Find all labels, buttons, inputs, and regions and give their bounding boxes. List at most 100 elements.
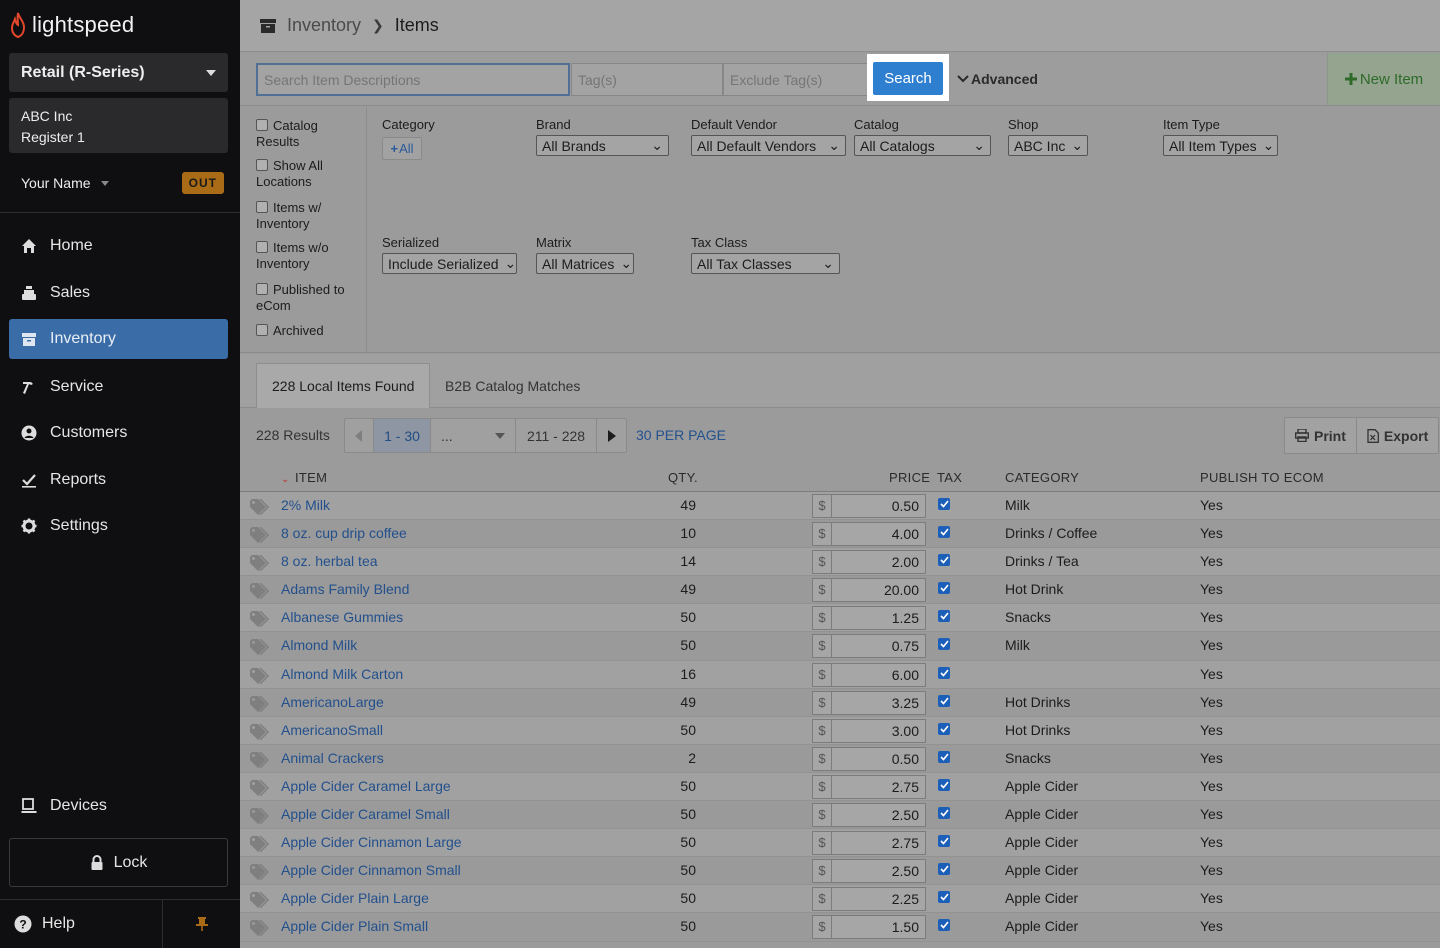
checkbox-icon[interactable]	[256, 201, 268, 213]
price-field[interactable]: $6.00	[812, 662, 926, 687]
price-field[interactable]: $0.75	[812, 634, 926, 659]
tax-checkbox[interactable]	[938, 582, 950, 595]
tax-checkbox[interactable]	[938, 807, 950, 820]
item-link[interactable]: Apple Cider Caramel Large	[281, 778, 451, 794]
brand-select[interactable]: All Brands ⌄	[536, 135, 669, 156]
column-tax[interactable]: TAX	[937, 470, 962, 485]
tax-checkbox[interactable]	[938, 919, 950, 932]
serialized-select[interactable]: Include Serialized ⌄	[382, 253, 517, 274]
item-link[interactable]: Almond Milk	[281, 637, 357, 653]
checkbox-icon[interactable]	[256, 324, 268, 336]
tax-checkbox[interactable]	[938, 863, 950, 876]
price-field[interactable]: $2.50	[812, 859, 926, 884]
tax-checkbox[interactable]	[938, 891, 950, 904]
tab-local-items[interactable]: 228 Local Items Found	[256, 363, 431, 408]
item-type-select[interactable]: All Item Types ⌄	[1163, 135, 1278, 156]
price-field[interactable]: $20.00	[812, 578, 926, 603]
item-link[interactable]: Apple Cider Plain Small	[281, 918, 428, 934]
catalog-results-checkbox[interactable]: Catalog Results	[256, 118, 360, 150]
breadcrumb-inventory[interactable]: Inventory	[287, 15, 361, 36]
page-current[interactable]: 1 - 30	[374, 419, 431, 452]
lightspeed-logo[interactable]: lightspeed	[10, 10, 134, 40]
nav-settings[interactable]: Settings	[9, 506, 228, 546]
item-link[interactable]: Albanese Gummies	[281, 609, 403, 625]
tax-class-select[interactable]: All Tax Classes ⌄	[691, 253, 840, 274]
price-field[interactable]: $3.00	[812, 718, 926, 743]
tax-checkbox[interactable]	[938, 666, 950, 679]
nav-devices[interactable]: Devices	[9, 786, 228, 826]
price-field[interactable]: $0.50	[812, 494, 926, 518]
column-qty[interactable]: QTY.	[668, 470, 698, 485]
search-item-descriptions-input[interactable]	[256, 63, 570, 96]
checkbox-icon[interactable]	[256, 241, 268, 253]
price-field[interactable]: $2.50	[812, 803, 926, 828]
column-publish-to-ecom[interactable]: PUBLISH TO ECOM	[1200, 470, 1324, 485]
item-link[interactable]: 2% Milk	[281, 497, 330, 513]
price-field[interactable]: $3.25	[812, 690, 926, 715]
new-item-button[interactable]: New Item	[1327, 53, 1440, 105]
lock-button[interactable]: Lock	[9, 838, 228, 887]
items-with-inventory-checkbox[interactable]: Items w/ Inventory	[256, 200, 360, 232]
item-link[interactable]: 8 oz. herbal tea	[281, 553, 378, 569]
item-link[interactable]: Almond Milk Carton	[281, 666, 403, 682]
export-button[interactable]: Export	[1357, 418, 1438, 453]
nav-sales[interactable]: Sales	[9, 273, 228, 313]
price-field[interactable]: $1.25	[812, 606, 926, 631]
exclude-tags-input[interactable]	[723, 63, 871, 96]
item-link[interactable]: Apple Cider Plain Large	[281, 890, 429, 906]
category-all-button[interactable]: + All	[382, 137, 422, 160]
tax-checkbox[interactable]	[938, 778, 950, 791]
nav-home[interactable]: Home	[9, 226, 228, 266]
item-link[interactable]: 8 oz. cup drip coffee	[281, 525, 407, 541]
tax-checkbox[interactable]	[938, 638, 950, 651]
advanced-toggle[interactable]: Advanced	[957, 71, 1038, 87]
tab-b2b-catalog[interactable]: B2B Catalog Matches	[430, 363, 595, 408]
column-item[interactable]: ITEM	[295, 470, 327, 485]
price-field[interactable]: $4.00	[812, 522, 926, 547]
print-button[interactable]: Print	[1285, 418, 1357, 453]
checkbox-icon[interactable]	[256, 159, 268, 171]
store-register-box[interactable]: ABC Inc Register 1	[9, 98, 228, 153]
items-without-inventory-checkbox[interactable]: Items w/o Inventory	[256, 240, 360, 272]
price-field[interactable]: $2.75	[812, 831, 926, 856]
published-to-ecom-checkbox[interactable]: Published to eCom	[256, 282, 360, 314]
help-button[interactable]: ? Help	[0, 900, 163, 948]
price-field[interactable]: $2.75	[812, 774, 926, 799]
tax-checkbox[interactable]	[938, 694, 950, 707]
sort-desc-icon[interactable]: ⌄	[281, 470, 290, 485]
prev-page-button[interactable]	[345, 419, 374, 452]
nav-customers[interactable]: Customers	[9, 413, 228, 453]
price-field[interactable]: $0.50	[812, 746, 926, 771]
page-select[interactable]: ...	[431, 419, 516, 452]
user-name[interactable]: Your Name	[21, 175, 91, 191]
default-vendor-select[interactable]: All Default Vendors ⌄	[691, 135, 846, 156]
tax-checkbox[interactable]	[938, 835, 950, 848]
checkbox-icon[interactable]	[256, 283, 268, 295]
clock-out-button[interactable]: OUT	[181, 172, 224, 194]
tax-checkbox[interactable]	[938, 722, 950, 735]
catalog-select[interactable]: All Catalogs ⌄	[854, 135, 991, 156]
tax-checkbox[interactable]	[938, 526, 950, 539]
price-field[interactable]: $2.00	[812, 550, 926, 575]
item-link[interactable]: AmericanoSmall	[281, 722, 383, 738]
tax-checkbox[interactable]	[938, 554, 950, 567]
search-button[interactable]: Search	[873, 62, 943, 95]
caret-down-icon[interactable]	[100, 180, 109, 186]
archived-checkbox[interactable]: Archived	[256, 323, 360, 339]
column-price[interactable]: PRICE	[889, 470, 930, 485]
tax-checkbox[interactable]	[938, 750, 950, 763]
price-field[interactable]: $1.50	[812, 915, 926, 940]
tax-checkbox[interactable]	[938, 498, 950, 510]
tags-input[interactable]	[571, 63, 723, 96]
item-link[interactable]: AmericanoLarge	[281, 694, 384, 710]
item-link[interactable]: Apple Cider Caramel Small	[281, 806, 450, 822]
nav-reports[interactable]: Reports	[9, 460, 228, 500]
price-field[interactable]: $2.25	[812, 887, 926, 912]
item-link[interactable]: Animal Crackers	[281, 750, 384, 766]
column-category[interactable]: CATEGORY	[1005, 470, 1079, 485]
shop-select[interactable]: ABC Inc ⌄	[1008, 135, 1088, 156]
tax-checkbox[interactable]	[938, 610, 950, 623]
nav-service[interactable]: Service	[9, 367, 228, 407]
nav-inventory[interactable]: Inventory	[9, 319, 228, 359]
pin-button[interactable]	[163, 900, 240, 948]
